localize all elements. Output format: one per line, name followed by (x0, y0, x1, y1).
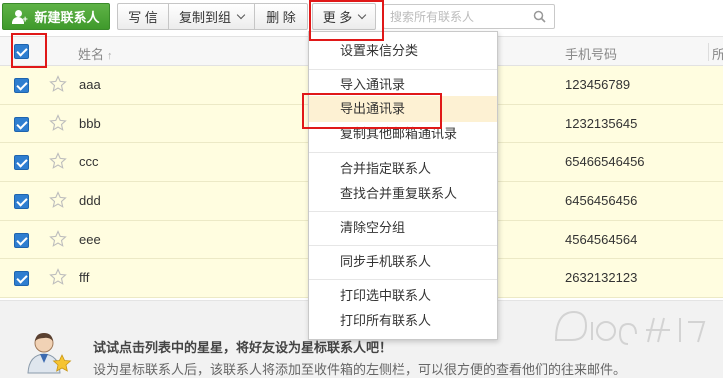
more-label: 更 多 (322, 10, 353, 25)
sort-arrow-icon: ↑ (107, 50, 113, 62)
row-checkbox[interactable] (14, 194, 29, 210)
delete-label: 删 除 (266, 10, 296, 25)
menu-item-clear-empty-groups[interactable]: 清除空分组 (309, 215, 497, 241)
menu-item-set-mail-category[interactable]: 设置来信分类 (309, 38, 497, 64)
menu-item-merge-selected[interactable]: 合并指定联系人 (309, 156, 497, 182)
contact-name[interactable]: eee (79, 232, 101, 247)
new-contact-label: 新建联系人 (34, 10, 100, 25)
write-button[interactable]: 写 信 (117, 3, 169, 30)
row-checkbox[interactable] (14, 116, 29, 132)
menu-item-copy-other-mailbox[interactable]: 复制其他邮箱通讯录 (309, 121, 497, 147)
row-checkbox[interactable] (14, 271, 29, 287)
menu-divider (309, 279, 497, 280)
column-divider (708, 43, 709, 61)
menu-divider (309, 152, 497, 153)
copy-to-group-button[interactable]: 复制到组 (168, 3, 255, 30)
extra-column-header[interactable]: 所 (712, 44, 723, 63)
contact-name[interactable]: fff (79, 270, 89, 285)
menu-divider (309, 69, 497, 70)
delete-button[interactable]: 删 除 (254, 3, 308, 30)
name-column-label: 姓名 (78, 47, 105, 62)
search-input[interactable] (384, 5, 524, 28)
contact-phone: 4564564564 (565, 231, 638, 247)
write-label: 写 信 (128, 10, 158, 25)
select-all-checkbox[interactable] (14, 44, 29, 59)
menu-item-find-duplicates[interactable]: 查找合并重复联系人 (309, 181, 497, 207)
star-icon[interactable] (49, 229, 67, 248)
contact-name[interactable]: aaa (79, 77, 101, 92)
contact-phone: 2632132123 (565, 270, 638, 286)
contact-name[interactable]: ddd (79, 193, 101, 208)
star-icon[interactable] (49, 113, 67, 132)
menu-item-sync-phone-contacts[interactable]: 同步手机联系人 (309, 249, 497, 275)
menu-item-export-contacts[interactable]: 导出通讯录 (309, 96, 497, 122)
search-box (383, 4, 555, 29)
chevron-down-icon (236, 10, 246, 19)
phone-column-header[interactable]: 手机号码 (565, 44, 617, 63)
menu-item-print-all[interactable]: 打印所有联系人 (309, 308, 497, 334)
chevron-down-icon (358, 10, 367, 19)
more-button[interactable]: 更 多 (312, 3, 376, 30)
tip-description: 设为星标联系人后，该联系人将添加至收件箱的左侧栏，可以很方便的查看他们的往来邮件… (93, 362, 627, 377)
menu-item-print-selected[interactable]: 打印选中联系人 (309, 283, 497, 309)
contact-phone: 123456789 (565, 77, 631, 92)
menu-divider (309, 245, 497, 246)
more-dropdown-menu: 设置来信分类 导入通讯录 导出通讯录 复制其他邮箱通讯录 合并指定联系人 查找合… (308, 31, 498, 340)
add-contact-icon: + (12, 9, 28, 24)
contact-name[interactable]: ccc (79, 154, 99, 169)
row-checkbox[interactable] (14, 232, 29, 248)
menu-divider (309, 211, 497, 212)
contact-avatar-star-icon (27, 333, 72, 374)
star-icon[interactable] (49, 152, 67, 170)
contact-phone: 1232135645 (565, 115, 638, 131)
star-icon[interactable] (49, 191, 67, 209)
name-column-header[interactable]: 姓名 ↑ (78, 44, 113, 63)
row-checkbox[interactable] (14, 155, 29, 171)
row-checkbox[interactable] (14, 78, 29, 93)
contact-name[interactable]: bbb (79, 116, 101, 131)
contact-phone: 65466546456 (565, 154, 645, 170)
menu-item-import-contacts[interactable]: 导入通讯录 (309, 72, 497, 98)
new-contact-button[interactable]: + 新建联系人 (2, 3, 110, 30)
star-icon[interactable] (49, 75, 67, 93)
contact-phone: 6456456456 (565, 193, 638, 209)
star-icon[interactable] (49, 268, 67, 286)
search-icon[interactable] (533, 10, 546, 23)
copy-to-group-label: 复制到组 (178, 10, 231, 25)
